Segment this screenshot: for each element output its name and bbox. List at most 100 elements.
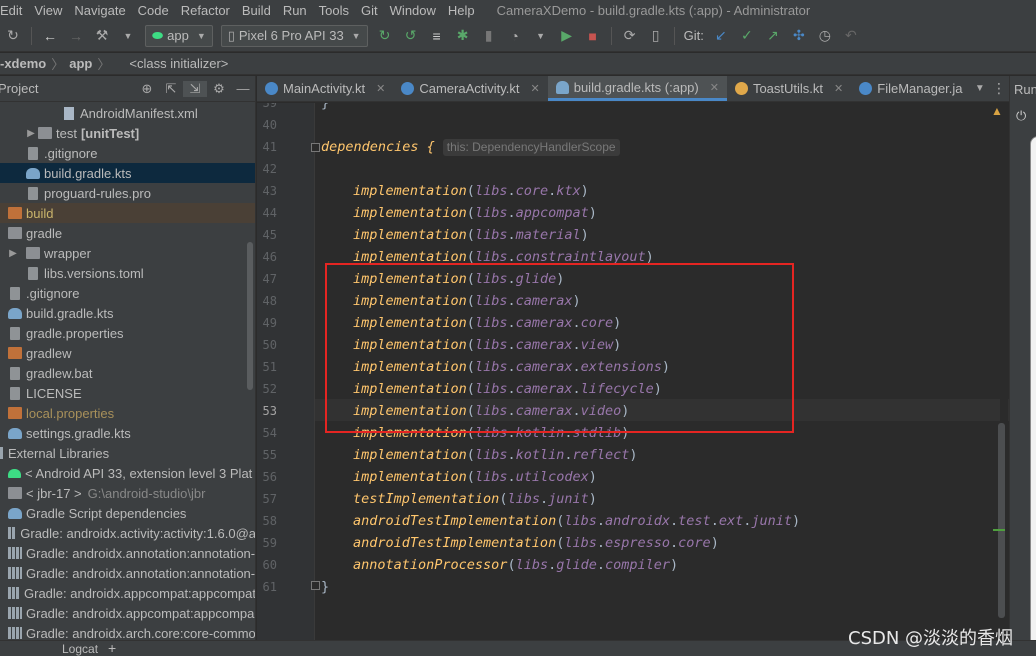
tree-item[interactable]: LICENSE [0, 383, 255, 403]
tree-item-label: gradlew [26, 345, 72, 361]
watermark: CSDN @淡淡的香烟 [848, 628, 1014, 649]
menu-build[interactable]: Build [236, 3, 277, 18]
history-icon[interactable]: ◷ [814, 25, 836, 47]
tree-item[interactable]: Gradle Script dependencies [0, 503, 255, 523]
tree-item[interactable]: < jbr-17 > G:\android-studio\jbr [0, 483, 255, 503]
tree-item[interactable]: gradlew [0, 343, 255, 363]
menu-code[interactable]: Code [132, 3, 175, 18]
libs-reference: libs [474, 337, 508, 353]
git-update-icon[interactable]: ↙ [710, 25, 732, 47]
breadcrumb-project[interactable]: -xdemo [0, 56, 46, 71]
tree-item[interactable]: Gradle: androidx.appcompat:appcompa [0, 603, 255, 623]
tree-item[interactable]: External Libraries [0, 443, 255, 463]
device-manager-icon[interactable]: ▯ [645, 25, 667, 47]
warning-icon[interactable]: ▲ [991, 104, 1003, 118]
run-icon[interactable]: ▶ [556, 25, 578, 47]
locate-file-icon[interactable]: ⊕ [135, 81, 159, 97]
tree-item[interactable]: .gitignore [0, 143, 255, 163]
device-select[interactable]: ▯ Pixel 6 Pro API 33 ▼ [220, 24, 368, 47]
menu-run[interactable]: Run [277, 3, 313, 18]
library-alias: camerax [515, 315, 573, 331]
tree-item[interactable]: libs.versions.toml [0, 263, 255, 283]
debug-icon[interactable]: ✱ [452, 25, 474, 47]
hammer-icon[interactable]: ⚒ [91, 25, 113, 47]
chevron-right-icon[interactable]: ▶ [24, 128, 38, 139]
menu-refactor[interactable]: Refactor [175, 3, 236, 18]
close-icon[interactable]: ✕ [710, 81, 719, 94]
rollback-icon[interactable]: ↶ [840, 25, 862, 47]
git-fetch-icon[interactable]: ✣ [788, 25, 810, 47]
stop-icon[interactable]: ■ [582, 25, 604, 47]
tree-item[interactable]: local.properties [0, 403, 255, 423]
close-icon[interactable]: ✕ [376, 82, 385, 95]
profile-icon[interactable]: ◔ [504, 25, 526, 47]
attach-debugger-icon[interactable]: ▮ [478, 25, 500, 47]
module-select[interactable]: ⬬ app ▼ [145, 24, 213, 47]
sync-icon[interactable]: ↻ [2, 25, 24, 47]
git-commit-icon[interactable]: ✓ [736, 25, 758, 47]
editor-scrollbar[interactable] [998, 423, 1005, 618]
menu-edit[interactable]: Edit [0, 3, 28, 18]
close-icon[interactable]: ✕ [531, 82, 540, 95]
collapse-all-icon[interactable]: ⇲ [183, 80, 207, 97]
tab-cameraactivity[interactable]: CameraActivity.kt ✕ [393, 76, 547, 101]
fold-marker-icon[interactable] [311, 143, 320, 152]
close-icon[interactable]: ✕ [834, 82, 843, 95]
tree-item[interactable]: build [0, 203, 255, 223]
library-alias: utilcodex [515, 469, 589, 485]
chevron-right-icon[interactable]: ▶ [6, 248, 20, 259]
project-panel-title[interactable]: Project [0, 81, 38, 96]
tree-item[interactable]: proguard-rules.pro [0, 183, 255, 203]
tree-item[interactable]: < Android API 33, extension level 3 Plat [0, 463, 255, 483]
menu-view[interactable]: View [28, 3, 68, 18]
forward-icon[interactable]: → [65, 25, 87, 47]
apply-code-changes-icon[interactable]: ↺ [400, 25, 422, 47]
tree-item[interactable]: .gitignore [0, 283, 255, 303]
git-push-icon[interactable]: ↗ [762, 25, 784, 47]
expand-all-icon[interactable]: ⇱ [159, 81, 183, 97]
tree-item[interactable]: gradlew.bat [0, 363, 255, 383]
more-icon[interactable]: ⋮ [989, 76, 1009, 101]
menu-window[interactable]: Window [384, 3, 442, 18]
breadcrumb-module[interactable]: app [69, 56, 92, 71]
tree-item[interactable]: AndroidManifest.xml [0, 103, 255, 123]
tab-toastutils[interactable]: ToastUtils.kt ✕ [727, 76, 851, 101]
library-icon [8, 567, 22, 579]
gear-icon[interactable]: ⚙ [207, 81, 231, 97]
apply-changes-icon[interactable]: ↻ [374, 25, 396, 47]
tree-item[interactable]: gradle.properties [0, 323, 255, 343]
tree-item[interactable]: build.gradle.kts [0, 163, 255, 183]
code-editor[interactable]: 39 40 41 42 43 44 45 46 47 48 49 50 51 52 53 54 55 56 57 58… [257, 103, 1009, 640]
back-icon[interactable]: ← [39, 25, 61, 47]
tree-item[interactable]: ▶ test [unitTest] [0, 123, 255, 143]
breadcrumb-element[interactable]: <class initializer> [129, 56, 228, 71]
menu-tools[interactable]: Tools [313, 3, 355, 18]
tree-item[interactable]: Gradle: androidx.appcompat:appcompat [0, 583, 255, 603]
fold-marker-icon[interactable] [311, 581, 320, 590]
tab-mainactivity[interactable]: MainActivity.kt ✕ [257, 76, 393, 101]
tab-build-gradle[interactable]: build.gradle.kts (:app) ✕ [547, 76, 727, 101]
logcat-tab[interactable]: Logcat [62, 642, 98, 656]
tree-item[interactable]: ▶ wrapper [0, 243, 255, 263]
chevron-down-icon[interactable]: ▼ [971, 76, 989, 101]
chevron-down-icon[interactable]: ▼ [117, 25, 139, 47]
tree-item[interactable]: Gradle: androidx.annotation:annotation- [0, 563, 255, 583]
tree-item[interactable]: settings.gradle.kts [0, 423, 255, 443]
menu-git[interactable]: Git [355, 3, 384, 18]
tree-item[interactable]: build.gradle.kts [0, 303, 255, 323]
run-tool-label[interactable]: Run [1014, 82, 1036, 97]
tree-item[interactable]: Gradle: androidx.annotation:annotation- [0, 543, 255, 563]
power-icon[interactable]: ⏻ [1016, 108, 1026, 124]
minimize-icon[interactable]: — [231, 81, 255, 96]
device-select-value: Pixel 6 Pro API 33 [238, 28, 344, 43]
tree-item[interactable]: gradle [0, 223, 255, 243]
menu-help[interactable]: Help [442, 3, 481, 18]
plus-icon[interactable]: + [108, 640, 116, 656]
run-config-icon[interactable]: ≡ [426, 25, 448, 47]
project-scrollbar[interactable] [247, 242, 253, 390]
menu-navigate[interactable]: Navigate [68, 3, 131, 18]
tab-filemanager[interactable]: FileManager.ja [851, 76, 970, 101]
chevron-down-icon[interactable]: ▼ [530, 25, 552, 47]
tree-item[interactable]: Gradle: androidx.activity:activity:1.6.0… [0, 523, 255, 543]
gradle-sync-icon[interactable]: ⟳ [619, 25, 641, 47]
